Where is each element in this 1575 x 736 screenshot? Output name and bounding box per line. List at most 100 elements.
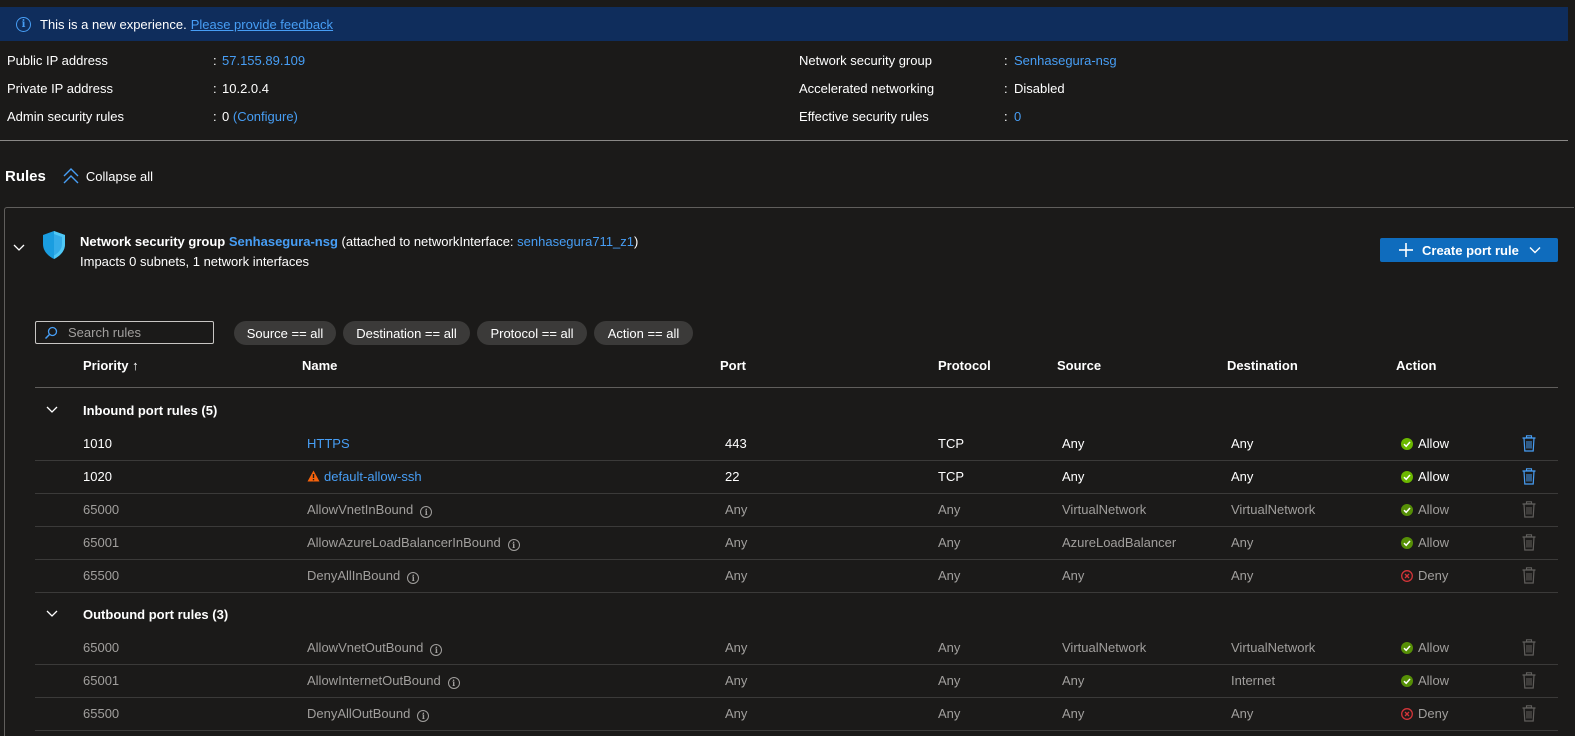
- accelerated-networking-value: Disabled: [1014, 80, 1065, 96]
- delete-icon: [1522, 534, 1536, 551]
- dismiss-circle-icon: [1401, 569, 1413, 582]
- rule-name-link[interactable]: HTTPS: [307, 436, 350, 451]
- rule-source-cell: VirtualNetwork: [1062, 502, 1147, 517]
- rule-port-cell: 22: [725, 469, 740, 484]
- column-header-name[interactable]: Name: [302, 358, 337, 373]
- rule-name-cell: AllowVnetOutBound i: [307, 640, 443, 656]
- rule-port-cell: Any: [725, 568, 748, 583]
- column-header-destination[interactable]: Destination: [1227, 358, 1298, 373]
- source-filter-pill[interactable]: Source == all: [234, 321, 336, 345]
- feedback-link[interactable]: Please provide feedback: [191, 17, 333, 32]
- colon: :: [213, 108, 217, 124]
- create-port-rule-button[interactable]: Create port rule: [1380, 238, 1558, 262]
- table-row[interactable]: 65000 AllowVnetInBound i Any Any VirtualNetwo…: [35, 494, 1558, 527]
- private-ip-value: 10.2.0.4: [222, 80, 269, 96]
- table-row[interactable]: 65001 AllowAzureLoadBalancerInBound i Any An…: [35, 527, 1558, 560]
- nsg-link[interactable]: Senhasegura-nsg: [1014, 53, 1117, 68]
- outbound-group-title: Outbound port rules (3): [83, 606, 229, 622]
- nsg-card-title: Network security group Senhasegura-nsg (…: [80, 234, 638, 249]
- delete-icon[interactable]: [1522, 435, 1536, 452]
- colon: :: [1004, 80, 1008, 96]
- check-circle-icon: [1401, 641, 1413, 654]
- colon: :: [213, 52, 217, 68]
- rules-title: Rules: [5, 167, 46, 185]
- rule-action-label: Allow: [1418, 673, 1450, 688]
- rule-action-label: Deny: [1418, 568, 1449, 583]
- destination-filter-pill[interactable]: Destination == all: [343, 321, 470, 345]
- rule-action-cell: Deny: [1401, 706, 1448, 721]
- admin-rules-value: 0 (Configure): [222, 109, 298, 124]
- info-icon[interactable]: i: [447, 677, 460, 689]
- column-header-priority[interactable]: Priority ↑: [83, 358, 139, 373]
- network-interface-link[interactable]: senhasegura711_z1: [517, 234, 634, 249]
- info-banner: i This is a new experience. Please provi…: [0, 7, 1568, 41]
- accelerated-networking-label: Accelerated networking: [799, 80, 935, 96]
- column-header-protocol[interactable]: Protocol: [938, 358, 991, 373]
- table-row[interactable]: 65001 AllowInternetOutBound i Any Any Any Inte…: [35, 665, 1558, 698]
- rule-port-cell: Any: [725, 535, 748, 550]
- table-row[interactable]: 1020 default-allow-ssh 22 TCP Any Any Allow: [35, 461, 1558, 494]
- protocol-filter-pill[interactable]: Protocol == all: [477, 321, 587, 345]
- collapse-all-label: Collapse all: [85, 168, 154, 184]
- rule-destination-cell: VirtualNetwork: [1231, 502, 1316, 517]
- public-ip-link[interactable]: 57.155.89.109: [222, 53, 305, 68]
- rule-destination-cell: Any: [1231, 706, 1254, 721]
- section-divider: [0, 140, 1568, 141]
- table-row[interactable]: 65000 AllowVnetOutBound i Any Any VirtualNetw…: [35, 632, 1558, 665]
- rule-port-cell: Any: [725, 502, 748, 517]
- create-port-rule-label: Create port rule: [1422, 242, 1519, 258]
- rule-port-cell: 443: [725, 436, 747, 451]
- banner-message: This is a new experience.: [40, 16, 187, 32]
- rule-action-cell: Allow: [1401, 535, 1449, 550]
- nsg-label: Network security group: [799, 52, 932, 68]
- rule-name-link[interactable]: default-allow-ssh: [324, 469, 422, 484]
- rule-priority-cell: 65000: [83, 640, 120, 655]
- nsg-card-prefix: Network security group: [80, 234, 226, 249]
- column-header-source[interactable]: Source: [1057, 358, 1101, 373]
- table-row[interactable]: 65500 DenyAllOutBound i Any Any Any Any Deny: [35, 698, 1558, 731]
- rule-action-cell: Allow: [1401, 469, 1449, 484]
- table-row[interactable]: 1010 HTTPS 443 TCP Any Any Allow: [35, 428, 1558, 461]
- effective-rules-link[interactable]: 0: [1014, 109, 1021, 124]
- search-rules-input[interactable]: [68, 325, 198, 340]
- info-icon[interactable]: i: [507, 539, 520, 551]
- rule-priority-cell: 65001: [83, 673, 120, 688]
- public-ip-label: Public IP address: [7, 52, 108, 68]
- info-icon[interactable]: i: [417, 710, 430, 722]
- nsg-card-name-link[interactable]: Senhasegura-nsg: [229, 234, 338, 249]
- info-icon[interactable]: i: [430, 644, 443, 656]
- delete-icon[interactable]: [1522, 468, 1536, 485]
- action-filter-pill[interactable]: Action == all: [594, 321, 693, 345]
- outbound-group-header[interactable]: Outbound port rules (3): [45, 604, 228, 624]
- rule-port-cell: Any: [725, 706, 748, 721]
- rule-name-text: AllowInternetOutBound: [307, 673, 441, 688]
- rule-priority-cell: 65000: [83, 502, 120, 517]
- rule-name-cell: AllowVnetInBound i: [307, 502, 433, 518]
- rule-port-cell: Any: [725, 673, 748, 688]
- rule-protocol-cell: Any: [938, 640, 961, 655]
- rule-action-label: Deny: [1418, 706, 1449, 721]
- inbound-group-title: Inbound port rules (5): [83, 402, 218, 418]
- rule-action-label: Allow: [1418, 640, 1450, 655]
- rule-name-cell: AllowAzureLoadBalancerInBound i: [307, 535, 520, 551]
- inbound-group-header[interactable]: Inbound port rules (5): [45, 400, 217, 420]
- column-header-action[interactable]: Action: [1396, 358, 1436, 373]
- rule-destination-cell: Any: [1231, 436, 1254, 451]
- delete-icon: [1522, 672, 1536, 689]
- private-ip-label: Private IP address: [7, 80, 113, 96]
- info-icon[interactable]: i: [420, 506, 433, 518]
- column-header-port[interactable]: Port: [720, 358, 746, 373]
- chevron-down-icon[interactable]: [12, 241, 26, 255]
- search-box[interactable]: [35, 321, 214, 344]
- info-icon[interactable]: i: [407, 572, 420, 584]
- rule-protocol-cell: Any: [938, 502, 961, 517]
- rule-action-cell: Allow: [1401, 640, 1449, 655]
- warning-icon: [307, 470, 320, 482]
- configure-link[interactable]: (Configure): [233, 109, 298, 124]
- table-row[interactable]: 65500 DenyAllInBound i Any Any Any Any Deny: [35, 560, 1558, 593]
- rule-source-cell: Any: [1062, 436, 1085, 451]
- info-icon: i: [16, 16, 31, 32]
- rule-name-text: DenyAllInBound: [307, 568, 401, 583]
- nsg-card-attached-close: ): [634, 234, 639, 249]
- collapse-all-button[interactable]: Collapse all: [62, 167, 153, 185]
